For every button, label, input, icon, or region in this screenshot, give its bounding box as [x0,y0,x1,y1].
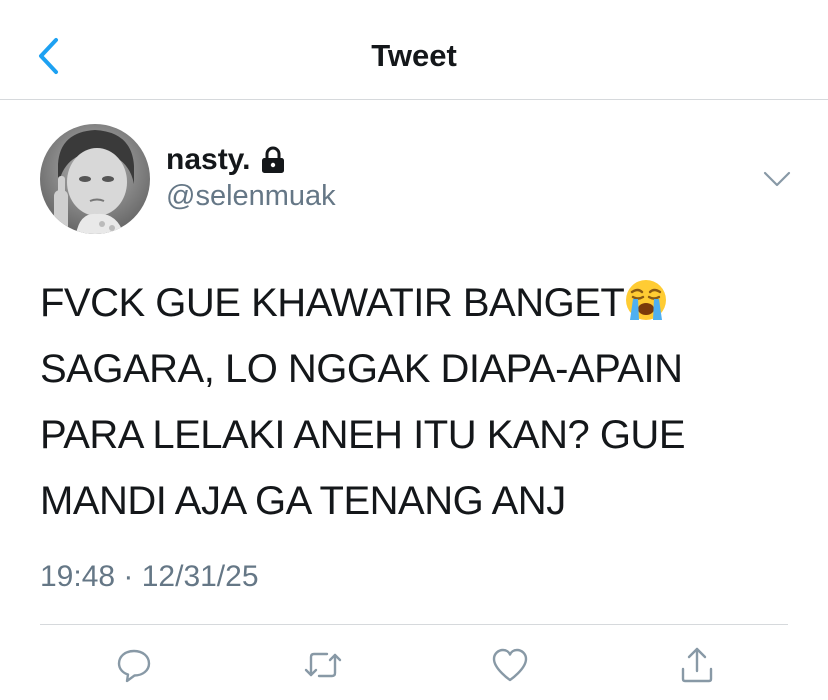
retweet-button[interactable] [298,640,348,690]
author-name-row: nasty. [166,142,286,178]
header-bar: Tweet [0,0,828,100]
avatar[interactable] [40,124,150,234]
retweet-icon [304,652,342,678]
tweet-options-button[interactable] [758,164,796,194]
divider [40,624,788,625]
tweet-timestamp: 19:48 · 12/31/25 [40,560,259,593]
like-button[interactable] [485,640,535,690]
share-icon [681,647,713,683]
chevron-down-icon [763,171,791,187]
share-button[interactable] [672,640,722,690]
tweet-actions [0,640,828,700]
page-title: Tweet [371,38,457,73]
reply-button[interactable] [109,640,159,690]
author-handle[interactable]: @selenmuak [166,180,336,213]
avatar-image [40,124,150,234]
display-name[interactable]: nasty. [166,143,250,177]
like-icon [492,648,528,682]
lock-icon [262,146,285,173]
tweet-text-rest: SAGARA, LO NGGAK DIAPA-APAIN PARA LELAKI… [40,347,686,523]
reply-icon [117,649,151,683]
loudly-crying-face-icon [626,280,667,320]
tweet-text-line1: FVCK GUE KHAWATIR BANGET [40,281,625,325]
tweet-text: FVCK GUE KHAWATIR BANGET SAGARA, LO NGGA… [40,270,760,534]
